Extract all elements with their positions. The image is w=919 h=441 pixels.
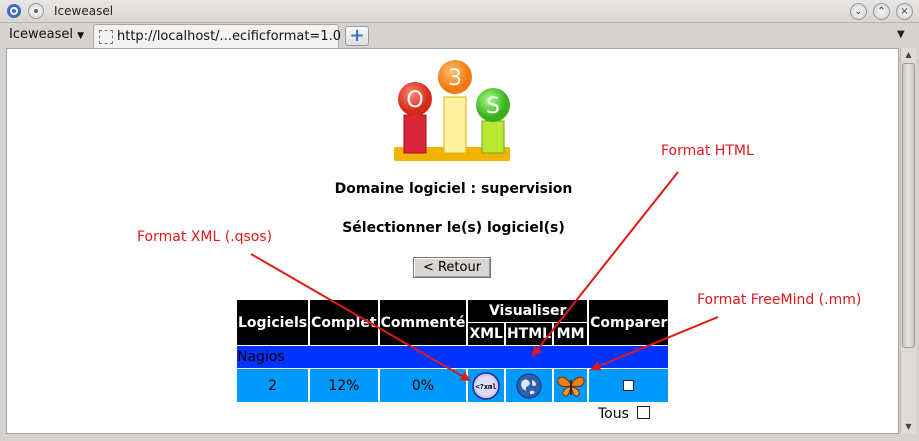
window-titlebar: Iceweasel ⌄ ⌃ × (0, 0, 919, 23)
tab-title: http://localhost/...ecificformat=1.0 (117, 29, 341, 44)
scroll-down-arrow-icon[interactable]: ▼ (901, 420, 916, 434)
iceweasel-menu-label: Iceweasel (9, 27, 73, 42)
arrow-freemind (590, 316, 719, 371)
tab-list-arrow-icon[interactable]: ▼ (897, 29, 905, 40)
iceweasel-menu[interactable]: Iceweasel ▼ (9, 27, 84, 42)
scroll-up-arrow-icon[interactable]: ▲ (901, 48, 916, 62)
iceweasel-app-icon[interactable] (6, 3, 22, 19)
close-button[interactable]: × (896, 3, 913, 20)
minimize-button[interactable]: ⌄ (850, 3, 867, 20)
maximize-button[interactable]: ⌃ (873, 3, 890, 20)
arrow-html (531, 171, 679, 357)
page-favicon-icon (99, 30, 113, 44)
pin-icon[interactable] (28, 3, 44, 19)
arrow-xml (250, 253, 471, 382)
vertical-scrollbar[interactable]: ▲ ▼ (900, 48, 916, 434)
new-tab-button[interactable]: + (345, 26, 369, 46)
window-title: Iceweasel (54, 4, 114, 18)
dropdown-arrow-icon: ▼ (77, 31, 85, 41)
scrollbar-thumb[interactable] (902, 63, 915, 348)
tab-current[interactable]: http://localhost/...ecificformat=1.0 (93, 24, 341, 48)
annotation-arrows (250, 171, 719, 382)
page-content: O 3 S Domaine logiciel : supervision Sél… (6, 48, 899, 434)
tab-bar: Iceweasel ▼ http://localhost/...ecificfo… (0, 23, 919, 48)
